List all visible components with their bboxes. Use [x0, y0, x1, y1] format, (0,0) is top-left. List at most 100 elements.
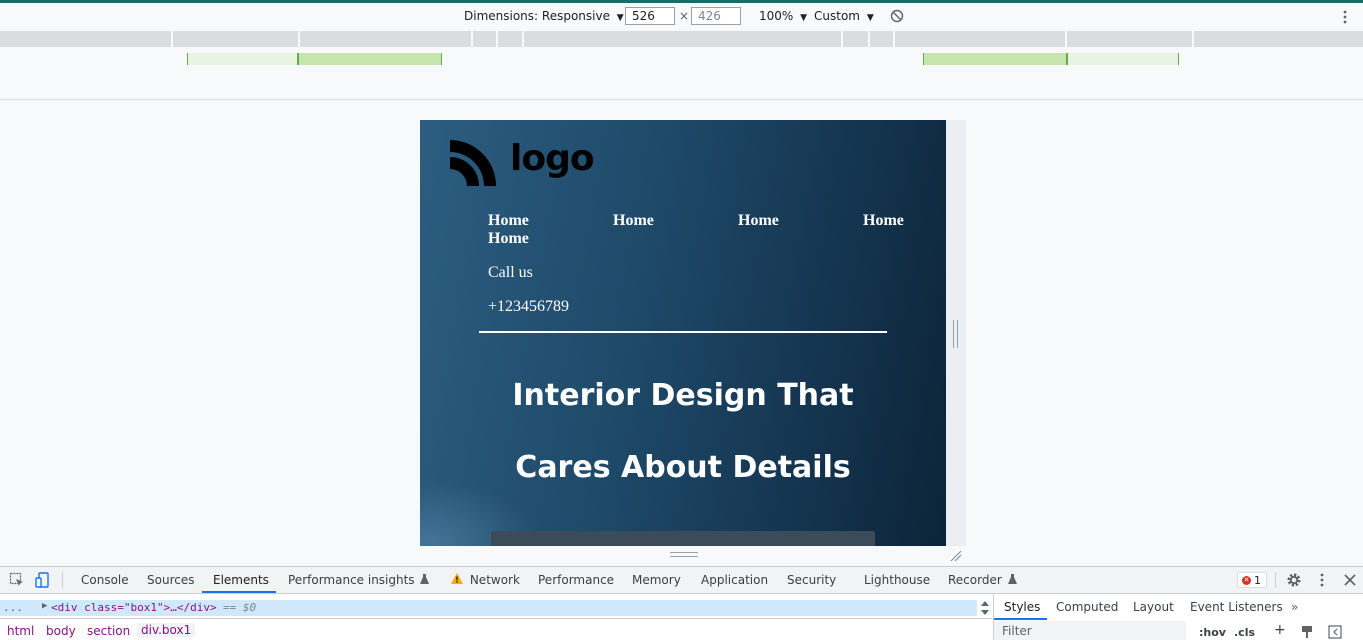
more-tabs-icon[interactable]: » — [1291, 600, 1298, 614]
height-input[interactable]: 426 — [691, 7, 741, 25]
min-width-query-bar[interactable] — [187, 53, 299, 65]
dimensions-label: Dimensions: Responsive — [464, 9, 610, 23]
settings-gear-icon[interactable] — [1286, 572, 1302, 588]
nav-home-link[interactable]: Home — [613, 212, 654, 230]
tab-recorder[interactable]: Recorder — [948, 573, 1017, 587]
toolbar-divider — [62, 572, 63, 588]
throttle-dropdown[interactable]: Custom ▼ — [814, 9, 874, 23]
breadcrumb-section[interactable]: section — [87, 624, 130, 638]
ruler-divider — [0, 99, 1363, 100]
dimensions-dropdown[interactable]: Dimensions: Responsive ▼ — [464, 9, 624, 23]
node-reference: == $0 — [223, 601, 257, 614]
class-toggle[interactable]: .cls — [1234, 626, 1255, 639]
tab-memory[interactable]: Memory — [632, 573, 681, 587]
logo-icon[interactable] — [448, 138, 498, 188]
query-tick — [1178, 53, 1179, 65]
tab-label: Network — [469, 573, 520, 587]
node-tag: <div class="box1">…</div> — [51, 601, 217, 614]
tab-layout[interactable]: Layout — [1133, 600, 1174, 614]
header-divider — [479, 331, 887, 333]
logo-text[interactable]: logo — [510, 138, 595, 179]
styles-filter-input[interactable]: Filter — [994, 621, 1186, 640]
media-query-divider — [841, 31, 843, 47]
flask-icon — [420, 574, 430, 584]
call-us-label: Call us — [488, 264, 533, 281]
breadcrumb-div-box1[interactable]: div.box1 — [137, 623, 196, 637]
device-toolbar: Dimensions: Responsive ▼ 526 × 426 100% … — [0, 3, 1363, 30]
chevron-down-icon: ▼ — [866, 13, 874, 23]
rotate-icon[interactable] — [890, 9, 904, 23]
hover-state-toggle[interactable]: :hov — [1199, 626, 1226, 639]
media-query-bar[interactable] — [0, 31, 1363, 47]
media-query-divider — [496, 31, 498, 47]
tab-security[interactable]: Security — [787, 573, 836, 587]
viewport-resize-corner-icon[interactable] — [950, 550, 962, 562]
viewport-resize-handle-bottom[interactable] — [670, 552, 698, 557]
more-options-icon[interactable] — [1340, 9, 1350, 25]
tab-styles[interactable]: Styles — [1004, 600, 1040, 614]
viewport-resize-handle-right[interactable] — [953, 320, 958, 348]
breadcrumb: html body section div.box1 — [0, 618, 992, 640]
media-query-divider — [298, 31, 300, 47]
tab-event-listeners[interactable]: Event Listeners — [1190, 600, 1283, 614]
error-counter-badge[interactable]: ✕ 1 — [1237, 572, 1267, 588]
chevron-down-icon: ▼ — [616, 13, 624, 23]
media-query-divider — [1192, 31, 1194, 47]
devtools-panel: Console Sources Elements Performance ins… — [0, 566, 1363, 640]
breadcrumb-html[interactable]: html — [7, 624, 34, 638]
query-tick — [441, 53, 442, 65]
tab-application[interactable]: Application — [701, 573, 768, 587]
tab-sources[interactable]: Sources — [147, 573, 194, 587]
dom-tree-scroll-arrows-icon[interactable] — [978, 598, 992, 618]
hero-heading-line-1: Interior Design That — [512, 378, 854, 413]
active-tab-indicator — [202, 591, 276, 593]
width-input[interactable]: 526 — [625, 7, 675, 25]
close-icon[interactable] — [1342, 572, 1358, 588]
tab-performance[interactable]: Performance — [538, 573, 614, 587]
zoom-dropdown[interactable]: 100% ▼ — [759, 9, 807, 23]
expand-triangle-icon[interactable]: ▶ — [42, 601, 47, 611]
toggle-sidebar-icon[interactable] — [1328, 625, 1342, 639]
new-style-rule-button[interactable]: + — [1274, 622, 1286, 638]
min-width-query-bar[interactable] — [299, 53, 442, 65]
devtools-tabbar: Console Sources Elements Performance ins… — [0, 567, 1363, 594]
toolbar-divider — [1275, 572, 1276, 588]
min-width-query-bar[interactable] — [923, 53, 1067, 65]
throttle-label: Custom — [814, 9, 860, 23]
tab-elements[interactable]: Elements — [213, 573, 269, 587]
nav-home-link[interactable]: Home — [488, 212, 529, 230]
customize-menu-icon[interactable] — [1314, 572, 1330, 588]
tab-label: Recorder — [948, 573, 1002, 587]
paint-brush-icon[interactable] — [1300, 625, 1314, 639]
media-query-divider — [1065, 31, 1067, 47]
device-toolbar-toggle-icon[interactable] — [35, 572, 51, 588]
tab-network[interactable]: Network — [451, 573, 520, 587]
chevron-down-icon: ▼ — [800, 13, 808, 23]
media-query-divider — [522, 31, 524, 47]
tab-lighthouse[interactable]: Lighthouse — [864, 573, 930, 587]
query-tick — [923, 53, 924, 65]
media-query-divider — [171, 31, 173, 47]
active-side-tab-indicator — [994, 618, 1047, 620]
tab-label: Performance insights — [288, 573, 415, 587]
phone-number[interactable]: +123456789 — [488, 298, 569, 316]
flask-icon — [1007, 574, 1017, 584]
query-tick — [1066, 53, 1068, 65]
media-query-divider — [893, 31, 895, 47]
tab-console[interactable]: Console — [81, 573, 129, 587]
node-ellipsis[interactable]: ... — [3, 601, 23, 614]
tab-performance-insights[interactable]: Performance insights — [288, 573, 430, 587]
warning-icon — [451, 573, 463, 584]
inspect-element-icon[interactable] — [9, 572, 25, 588]
tab-computed[interactable]: Computed — [1056, 600, 1118, 614]
media-query-divider — [471, 31, 473, 47]
breadcrumb-body[interactable]: body — [46, 624, 76, 638]
times-separator: × — [679, 9, 690, 23]
nav-home-link[interactable]: Home — [738, 212, 779, 230]
dom-tree-selected-node[interactable]: ... ▶ <div class="box1">…</div> == $0 — [0, 600, 977, 616]
min-width-query-bar[interactable] — [1067, 53, 1179, 65]
query-tick — [187, 53, 188, 65]
nav-home-link[interactable]: Home — [863, 212, 904, 230]
nav-home-link[interactable]: Home — [488, 230, 529, 248]
media-query-divider — [868, 31, 870, 47]
